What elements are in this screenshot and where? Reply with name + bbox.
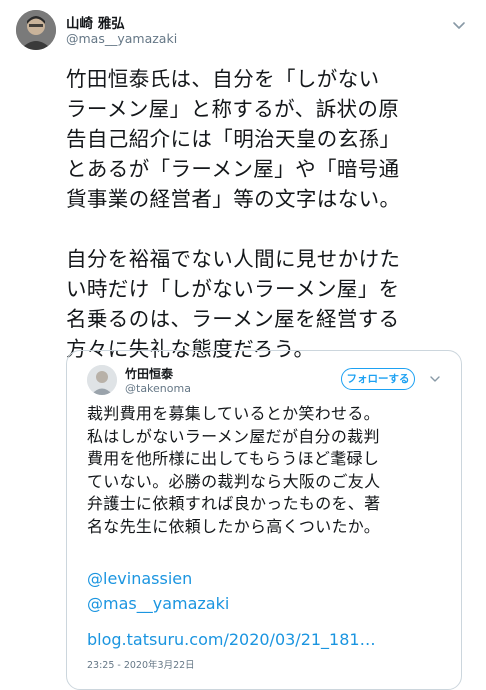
avatar-photo-icon xyxy=(87,365,117,395)
mention-link-mas-yamazaki[interactable]: @mas__yamazaki xyxy=(87,594,229,613)
quoted-author-avatar[interactable] xyxy=(87,365,117,395)
quoted-author-handle[interactable]: @takenoma xyxy=(125,382,191,395)
quoted-tweet[interactable]: 竹田恒泰 @takenoma フォローする 裁判費用を募集しているとか笑わせる。… xyxy=(66,350,462,690)
tweet-text: 竹田恒泰氏は、自分を「しがない ラーメン屋」と称するが、訴状の原 告自己紹介には… xyxy=(66,67,401,361)
author-name[interactable]: 山崎 雅弘 xyxy=(66,12,125,32)
quoted-tweet-text: 裁判費用を募集しているとか笑わせる。 私はしがないラーメン屋だが自分の裁判 費用… xyxy=(87,404,381,536)
tweet-card: 山崎 雅弘 @mas__yamazaki 竹田恒泰氏は、自分を「しがない ラーメ… xyxy=(0,0,486,690)
avatar-photo-icon xyxy=(16,10,56,50)
mention-link-levinassien[interactable]: @levinassien xyxy=(87,569,192,588)
follow-button[interactable]: フォローする xyxy=(341,368,415,390)
blog-url-link[interactable]: blog.tatsuru.com/2020/03/21_181… xyxy=(87,630,376,649)
chevron-down-icon[interactable] xyxy=(452,18,466,32)
author-handle[interactable]: @mas__yamazaki xyxy=(66,31,177,46)
author-avatar[interactable] xyxy=(16,10,56,50)
quoted-timestamp[interactable]: 23:25 - 2020年3月22日 xyxy=(87,657,195,671)
chevron-down-icon[interactable] xyxy=(429,373,441,385)
quoted-author-name[interactable]: 竹田恒泰 xyxy=(125,365,173,382)
